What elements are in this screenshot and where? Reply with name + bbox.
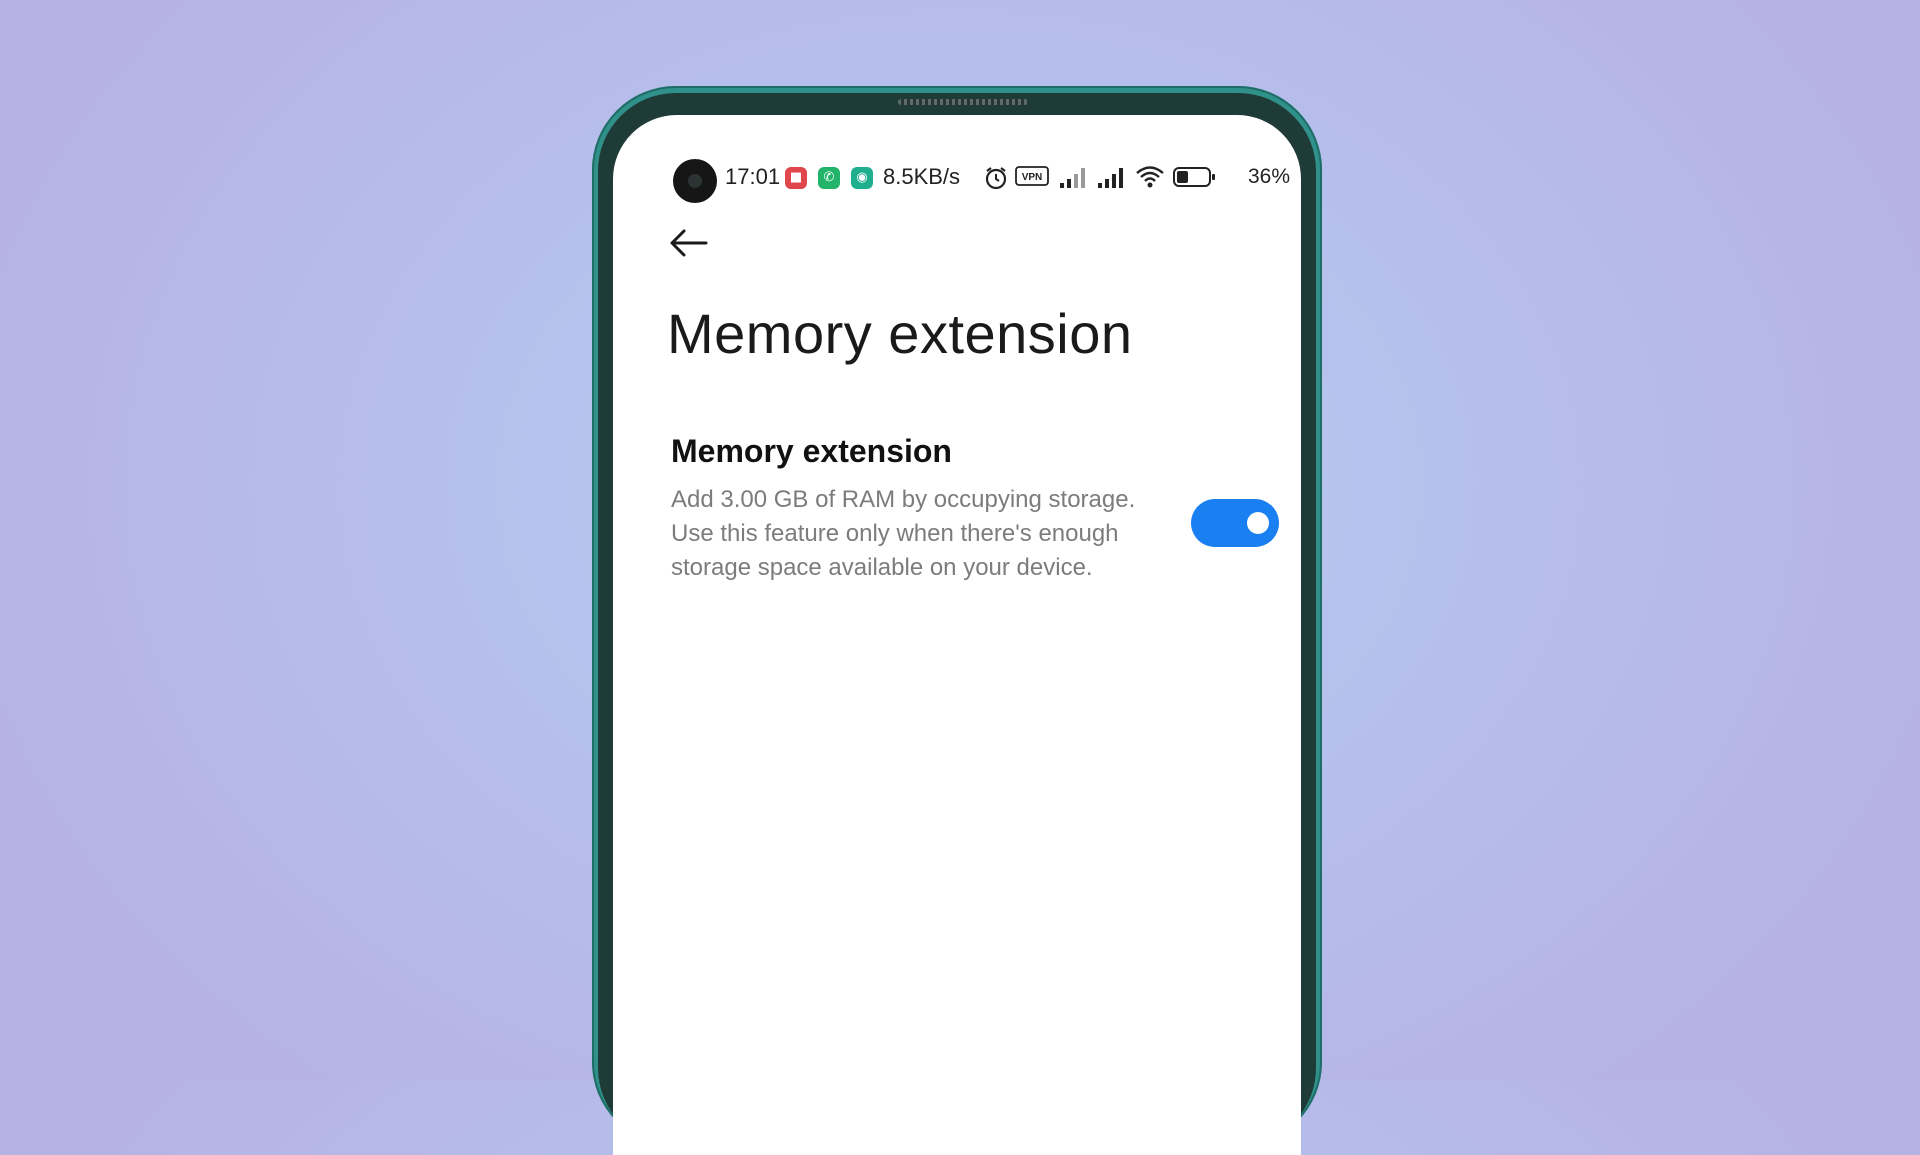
battery-icon: [1173, 167, 1215, 187]
setting-title: Memory extension: [671, 433, 952, 469]
phone-screen: 17:01 ■ ✆ ◉ 8.5KB/s VPN 36% Memory exten…: [613, 115, 1301, 1155]
battery-percent: 36%: [1248, 165, 1291, 188]
status-time: 17:01: [725, 164, 781, 189]
front-camera: [673, 159, 717, 203]
red-app-icon: ■: [785, 167, 807, 189]
phone-app-icon: ✆: [818, 167, 840, 189]
signal-icon: [1098, 168, 1123, 188]
vpn-label: VPN: [1022, 172, 1043, 183]
setting-description: Add 3.00 GB of RAM by occupying storage.…: [671, 486, 1136, 581]
green-app-icon: ◉: [851, 167, 873, 189]
memory-extension-toggle[interactable]: [1191, 499, 1279, 547]
wifi-icon: [1136, 166, 1164, 188]
phone-frame: 17:01 ■ ✆ ◉ 8.5KB/s VPN 36% Memory exten…: [592, 86, 1322, 1155]
signal-icon: [1060, 168, 1085, 188]
network-speed: 8.5KB/s: [883, 164, 961, 189]
vpn-icon: VPN: [1015, 166, 1049, 186]
toggle-knob: [1247, 512, 1269, 534]
page-title: Memory extension: [667, 302, 1133, 365]
battery-fill: [1177, 171, 1188, 183]
alarm-icon: [985, 167, 1007, 190]
speaker-grille: [898, 99, 1028, 105]
phone-bezel: 17:01 ■ ✆ ◉ 8.5KB/s VPN 36% Memory exten…: [598, 93, 1316, 1155]
back-arrow-icon[interactable]: [668, 227, 708, 259]
